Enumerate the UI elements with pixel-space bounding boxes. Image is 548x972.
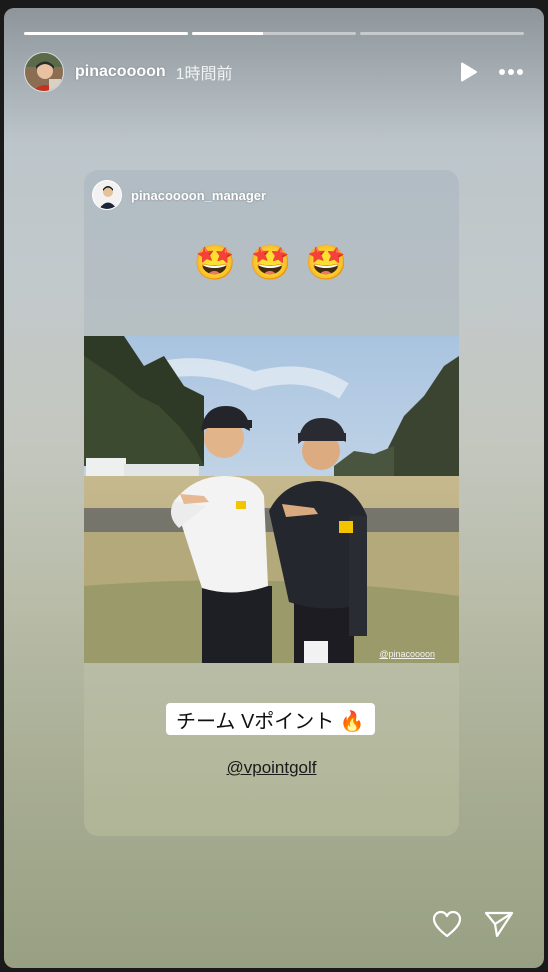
star-struck-emoji: 🤩	[305, 244, 350, 282]
repost-header: pinacoooon_manager	[92, 179, 266, 211]
story-header: pinacoooon 1時間前	[24, 51, 524, 93]
story-photo: @pinacoooon	[84, 336, 459, 663]
progress-segment	[24, 32, 188, 35]
story-progress-bar	[24, 32, 524, 35]
play-button[interactable]	[460, 62, 478, 82]
story-timestamp: 1時間前	[175, 66, 233, 83]
progress-segment	[192, 32, 356, 35]
story-viewer[interactable]: pinacoooon 1時間前 pinacoooon_manager 🤩 🤩 🤩…	[4, 8, 544, 968]
like-button[interactable]	[432, 910, 462, 938]
story-username[interactable]: pinacoooon	[75, 63, 166, 81]
heart-icon	[432, 910, 462, 938]
play-icon	[461, 62, 477, 82]
progress-fill	[192, 32, 263, 35]
share-button[interactable]	[484, 910, 514, 938]
user-avatar[interactable]	[24, 52, 64, 92]
progress-fill	[24, 32, 188, 35]
caption-sticker: チーム Vポイント 🔥	[166, 703, 375, 735]
star-struck-emoji: 🤩	[249, 244, 294, 282]
emoji-row: 🤩 🤩 🤩	[84, 243, 459, 283]
more-options-icon	[499, 69, 523, 75]
story-actions	[432, 910, 514, 938]
repost-avatar[interactable]	[92, 180, 122, 210]
golfers-photo	[84, 336, 459, 663]
repost-username[interactable]: pinacoooon_manager	[131, 188, 266, 203]
progress-segment	[360, 32, 524, 35]
mention-sticker[interactable]: @vpointgolf	[84, 758, 459, 778]
send-icon	[484, 911, 514, 938]
photo-watermark: @pinacoooon	[379, 649, 435, 659]
reposted-story-card[interactable]: pinacoooon_manager 🤩 🤩 🤩 @pinacoooon チーム…	[84, 170, 459, 836]
star-struck-emoji: 🤩	[193, 244, 238, 282]
more-options-button[interactable]	[498, 68, 524, 76]
